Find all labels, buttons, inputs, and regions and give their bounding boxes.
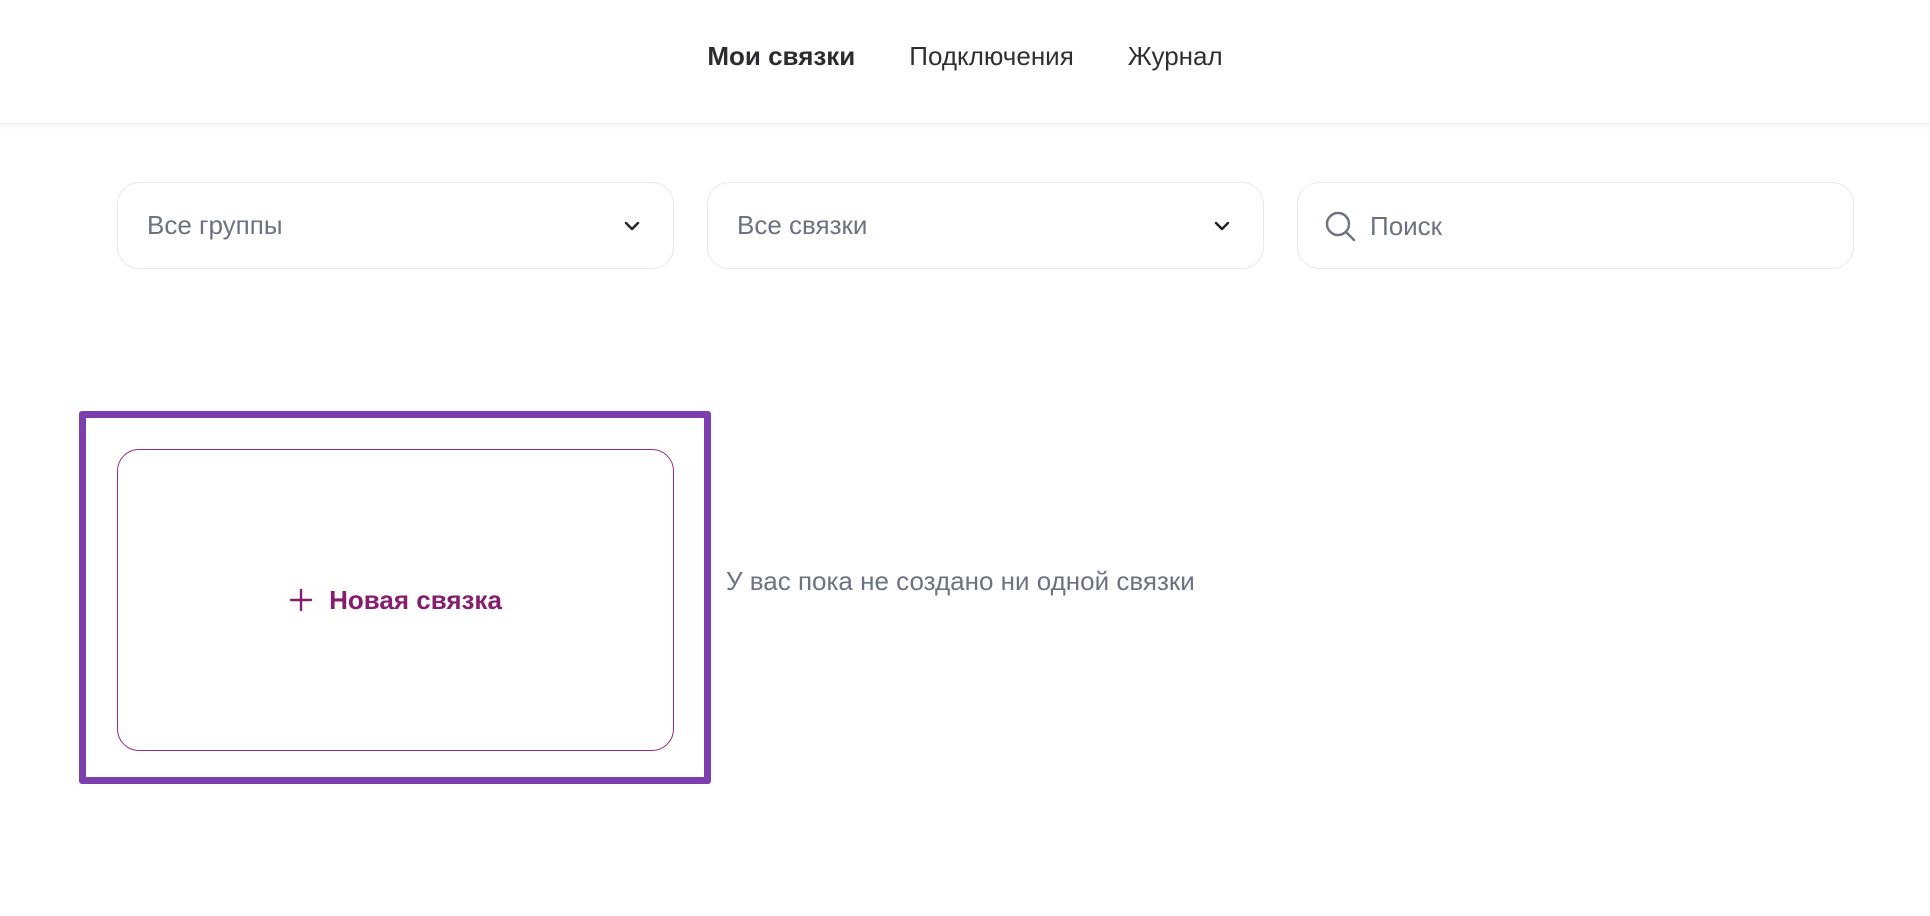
search-input[interactable] xyxy=(1370,205,1810,247)
search-box[interactable] xyxy=(1297,182,1854,269)
groups-select-value: Все группы xyxy=(147,210,283,240)
new-link-button[interactable]: Новая связка xyxy=(117,449,674,751)
main-nav: Мои связки Подключения Журнал xyxy=(0,0,1930,112)
links-select-value: Все связки xyxy=(737,210,868,240)
chevron-down-icon xyxy=(1214,221,1230,231)
nav-tab-journal[interactable]: Журнал xyxy=(1128,41,1223,72)
top-header: Мои связки Подключения Журнал xyxy=(0,0,1930,124)
page: Мои связки Подключения Журнал Все группы… xyxy=(0,0,1930,916)
search-icon xyxy=(1325,211,1356,242)
plus-icon xyxy=(289,588,313,612)
chevron-down-icon xyxy=(624,221,640,231)
links-select[interactable]: Все связки xyxy=(707,182,1264,269)
groups-select[interactable]: Все группы xyxy=(117,182,674,269)
nav-tab-connections[interactable]: Подключения xyxy=(909,41,1073,72)
nav-tab-my-links[interactable]: Мои связки xyxy=(707,41,855,72)
new-link-content: Новая связка xyxy=(289,585,502,616)
new-link-label: Новая связка xyxy=(329,584,502,615)
empty-state-message: У вас пока не создано ни одной связки xyxy=(726,566,1195,596)
